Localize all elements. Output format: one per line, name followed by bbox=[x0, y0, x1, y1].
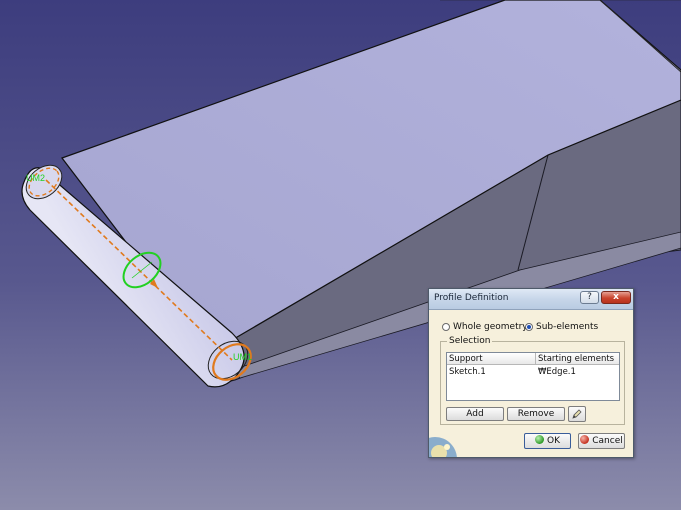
close-button[interactable]: x bbox=[601, 291, 631, 304]
dialog-title: Profile Definition bbox=[434, 293, 509, 303]
cancel-status-icon bbox=[580, 435, 590, 444]
radio-sub-elements-label: Sub-elements bbox=[536, 322, 599, 332]
radio-whole-geometry-circle[interactable] bbox=[442, 323, 450, 331]
table-cell-support[interactable]: Sketch.1 bbox=[447, 367, 486, 377]
radio-sub-elements-circle[interactable] bbox=[525, 323, 533, 331]
radio-whole-geometry-label: Whole geometry bbox=[453, 322, 528, 332]
ok-button[interactable]: OK bbox=[524, 433, 571, 449]
column-header-support[interactable]: Support bbox=[447, 353, 536, 365]
add-button[interactable]: Add bbox=[446, 407, 504, 421]
table-cell-starting-element[interactable]: ₩Edge.1 bbox=[536, 367, 576, 377]
profile-definition-dialog: Profile Definition ? x Whole geometry Su… bbox=[428, 288, 634, 458]
ok-label: OK bbox=[547, 436, 560, 446]
selection-group-label: Selection bbox=[447, 336, 493, 346]
edit-element-button[interactable] bbox=[568, 406, 586, 422]
label-um2: UM2 bbox=[26, 173, 45, 183]
pencil-icon bbox=[572, 409, 582, 419]
selection-group: Selection Support Starting elements Sket… bbox=[440, 336, 625, 425]
label-um1: UM1 bbox=[233, 352, 252, 362]
cancel-button[interactable]: Cancel bbox=[578, 433, 625, 449]
selection-table[interactable]: Support Starting elements Sketch.1 ₩Edge… bbox=[446, 352, 620, 401]
cancel-label: Cancel bbox=[592, 436, 623, 446]
help-button[interactable]: ? bbox=[580, 291, 599, 304]
remove-button[interactable]: Remove bbox=[507, 407, 565, 421]
ok-status-icon bbox=[535, 435, 544, 444]
globe-icon bbox=[429, 437, 457, 457]
dialog-title-bar[interactable]: Profile Definition ? x bbox=[429, 289, 633, 310]
column-header-starting-elements[interactable]: Starting elements bbox=[536, 353, 619, 365]
